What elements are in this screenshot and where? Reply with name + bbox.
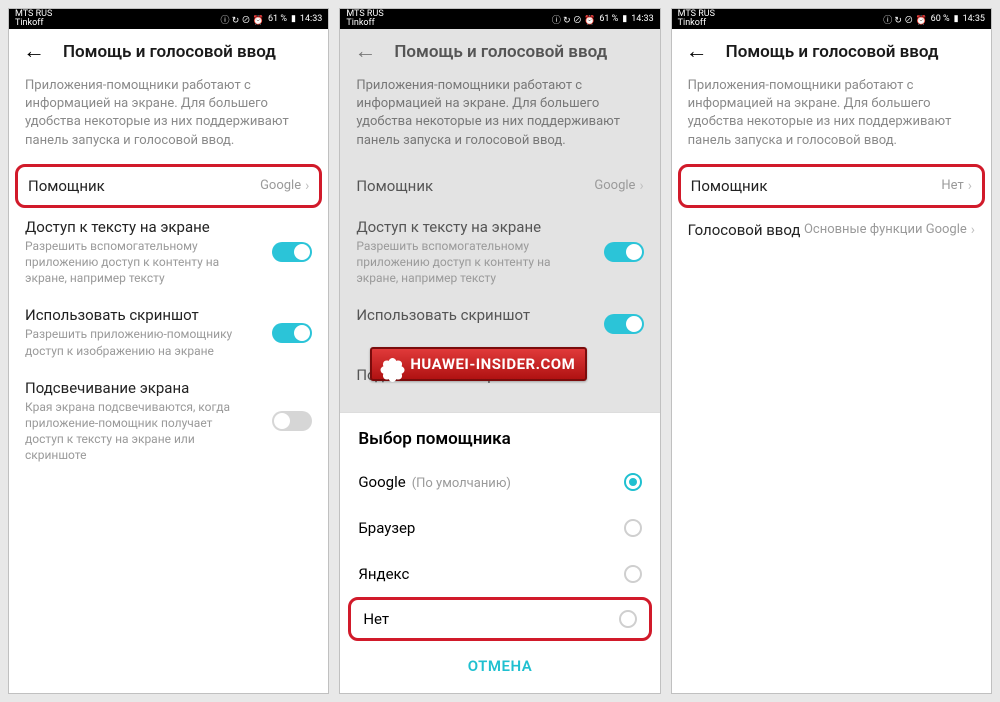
assistant-row-dimmed: Помощник Google › (340, 164, 659, 208)
option-browser[interactable]: Браузер (340, 505, 659, 551)
back-icon[interactable]: ← (23, 41, 45, 63)
phone-screen-1: MTS RUS Tinkoff ⓘ ↻ ⊘ ⏰ 61 % ▮ 14:33 ← П… (8, 8, 329, 694)
page-title: Помощь и голосовой ввод (63, 42, 276, 62)
assistant-label: Помощник (28, 177, 260, 195)
status-bar: MTS RUS Tinkoff ⓘ ↻ ⊘ ⏰ 61 % ▮ 14:33 (9, 9, 328, 29)
phone-screen-2: MTS RUS Tinkoff ⓘ ↻ ⊘ ⏰ 61 % ▮ 14:33 ← П… (339, 8, 660, 694)
option-google[interactable]: Google(По умолчанию) (340, 459, 659, 505)
watermark-text: HUAWEI-INSIDER.COM (410, 355, 575, 373)
text-access-row[interactable]: Доступ к тексту на экране Разрешить вспо… (9, 208, 328, 297)
assistant-label: Помощник (691, 177, 942, 195)
chevron-right-icon: › (305, 178, 309, 194)
screenshot-toggle[interactable] (272, 323, 312, 343)
highlight-row[interactable]: Подсвечивание экрана Края экрана подсвеч… (9, 369, 328, 474)
voice-input-row[interactable]: Голосовой ввод Основные функции Google › (672, 208, 991, 252)
page-description: Приложения-помощники работают с информац… (9, 73, 328, 164)
battery: 60 % (931, 14, 950, 24)
status-bar: MTS RUS Tinkoff ⓘ ↻ ⊘ ⏰ 61 % ▮ 14:33 (340, 9, 659, 29)
screenshot-row[interactable]: Использовать скриншот Разрешить приложен… (9, 296, 328, 368)
highlight-toggle[interactable] (272, 411, 312, 431)
page-title: Помощь и голосовой ввод (726, 42, 939, 62)
page-header: ← Помощь и голосовой ввод (9, 29, 328, 73)
cancel-button[interactable]: ОТМЕНА (340, 641, 659, 693)
clock: 14:33 (300, 14, 322, 24)
chevron-right-icon: › (971, 222, 975, 238)
assistant-row[interactable]: Помощник Google › (15, 164, 322, 208)
page-description: Приложения-помощники работают с информац… (672, 73, 991, 164)
highlight-label: Подсвечивание экрана (25, 379, 272, 397)
radio-icon[interactable] (624, 565, 642, 583)
assistant-value: Нет (941, 178, 963, 193)
carrier-2: Tinkoff (15, 19, 52, 28)
sheet-title: Выбор помощника (340, 413, 659, 459)
screenshot-sub: Разрешить приложению-помощнику доступ к … (25, 326, 245, 358)
huawei-logo-icon (382, 353, 404, 375)
radio-selected-icon[interactable] (624, 473, 642, 491)
text-access-label: Доступ к тексту на экране (25, 218, 272, 236)
clock: 14:35 (963, 14, 985, 24)
battery: 61 % (268, 14, 287, 24)
chevron-right-icon: › (968, 178, 972, 194)
status-bar: MTS RUS Tinkoff ⓘ ↻ ⊘ ⏰ 60 % ▮ 14:35 (672, 9, 991, 29)
back-icon: ← (354, 41, 376, 63)
assistant-value: Google (260, 178, 301, 193)
assistant-picker-sheet: Выбор помощника Google(По умолчанию) Бра… (340, 412, 659, 693)
dimmed-background: ← Помощь и голосовой ввод Приложения-пом… (340, 29, 659, 693)
phone-screen-3: MTS RUS Tinkoff ⓘ ↻ ⊘ ⏰ 60 % ▮ 14:35 ← П… (671, 8, 992, 694)
back-icon[interactable]: ← (686, 41, 708, 63)
voice-input-label: Голосовой ввод (688, 221, 804, 239)
option-none[interactable]: Нет (348, 597, 651, 641)
screenshot-label: Использовать скриншот (25, 306, 272, 324)
highlight-sub: Края экрана подсвечиваются, когда прилож… (25, 399, 245, 464)
voice-input-value: Основные функции Google (804, 222, 967, 237)
radio-icon[interactable] (624, 519, 642, 537)
status-icons: ⓘ ↻ ⊘ ⏰ (221, 13, 264, 26)
text-access-toggle[interactable] (272, 242, 312, 262)
option-yandex[interactable]: Яндекс (340, 551, 659, 597)
assistant-row[interactable]: Помощник Нет › (678, 164, 985, 208)
watermark-badge: HUAWEI-INSIDER.COM (370, 347, 587, 381)
page-header: ← Помощь и голосовой ввод (672, 29, 991, 73)
text-access-sub: Разрешить вспомогательному приложению до… (25, 238, 245, 287)
radio-icon[interactable] (619, 610, 637, 628)
